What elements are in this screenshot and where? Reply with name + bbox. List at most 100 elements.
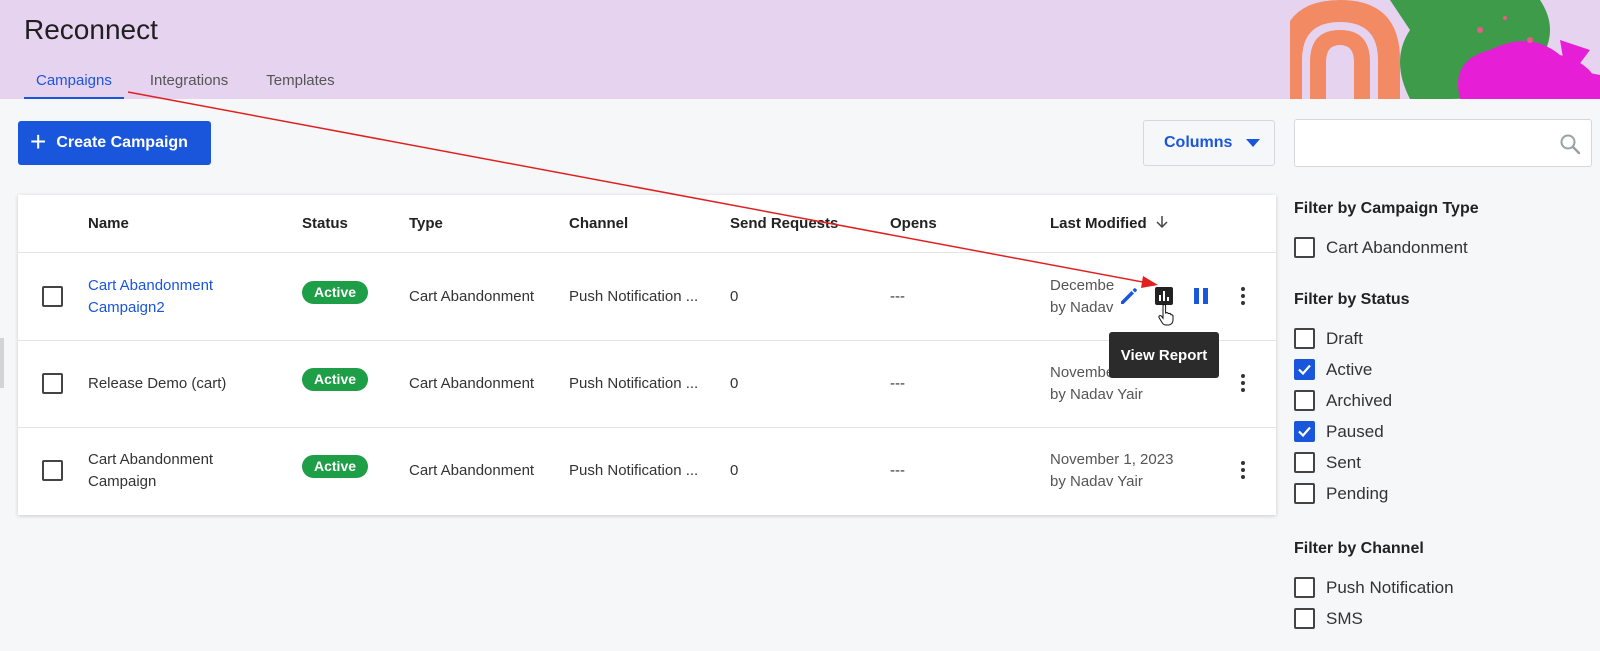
opens-cell: --- — [890, 462, 905, 479]
checkbox[interactable] — [1294, 608, 1315, 629]
plus-icon: + — [30, 125, 47, 157]
filter-status-title: Filter by Status — [1294, 291, 1410, 308]
campaign-name-line: Campaign2 — [88, 299, 165, 316]
filter-option-label: SMS — [1326, 608, 1363, 628]
tab-integrations[interactable]: Integrations — [138, 62, 240, 99]
column-header-channel[interactable]: Channel — [569, 215, 628, 232]
search-input[interactable] — [1295, 120, 1545, 166]
tab-templates[interactable]: Templates — [254, 62, 346, 99]
column-header-status[interactable]: Status — [302, 215, 348, 232]
search-icon[interactable] — [1559, 133, 1581, 155]
last-modified-label: Last Modified — [1050, 215, 1147, 232]
last-modified-cell: November 1, 2023 by Nadav Yair — [1050, 449, 1173, 493]
modified-by: by Nadav Yair — [1050, 473, 1143, 490]
checkbox[interactable] — [1294, 237, 1315, 258]
campaign-name-line: Cart Abandonment — [88, 451, 214, 468]
opens-cell: --- — [890, 375, 905, 392]
search-box — [1294, 119, 1592, 167]
checkbox[interactable] — [1294, 452, 1315, 473]
filter-option-cart-abandonment[interactable]: Cart Abandonment — [1294, 237, 1468, 258]
filter-option-draft[interactable]: Draft — [1294, 328, 1363, 349]
kebab-icon[interactable] — [1240, 461, 1246, 482]
last-modified-cell: Decembe by Nadav — [1050, 275, 1114, 319]
checkbox[interactable] — [1294, 390, 1315, 411]
checkbox-checked[interactable] — [1294, 359, 1315, 380]
hand-cursor-icon — [1158, 304, 1174, 326]
checkmark-icon — [1298, 364, 1311, 376]
filter-option-label: Draft — [1326, 328, 1363, 348]
channel-cell: Push Notification ... — [569, 375, 699, 392]
filter-option-sms[interactable]: SMS — [1294, 608, 1363, 629]
page-header: Reconnect Campaigns Integrations Templat… — [0, 0, 1600, 99]
kebab-icon[interactable] — [1240, 287, 1246, 308]
filter-option-label: Pending — [1326, 483, 1389, 503]
send-requests-cell: 0 — [730, 375, 739, 392]
send-requests-cell: 0 — [730, 288, 739, 305]
status-badge: Active — [302, 368, 369, 391]
campaign-name-link[interactable]: Cart Abandonment Campaign — [88, 449, 213, 493]
pencil-icon[interactable] — [1118, 285, 1140, 307]
table-header: Name Status Type Channel Send Requests O… — [18, 195, 1276, 253]
page-title: Reconnect — [24, 14, 158, 45]
header-decoration — [1290, 0, 1600, 99]
filter-option-active[interactable]: Active — [1294, 359, 1372, 380]
filter-option-label: Paused — [1326, 421, 1384, 441]
send-requests-cell: 0 — [730, 462, 739, 479]
row-checkbox[interactable] — [42, 373, 63, 394]
modified-by: by Nadav — [1050, 299, 1114, 316]
campaign-name-link[interactable]: Release Demo (cart) — [88, 373, 226, 395]
filter-option-label: Push Notification — [1326, 577, 1454, 597]
type-cell: Cart Abandonment — [409, 288, 535, 305]
view-report-tooltip: View Report — [1109, 332, 1219, 378]
checkbox[interactable] — [1294, 577, 1315, 598]
create-campaign-button[interactable]: + Create Campaign — [18, 121, 211, 165]
channel-cell: Push Notification ... — [569, 288, 699, 305]
arrow-down-icon — [1156, 216, 1168, 229]
status-badge: Active — [302, 281, 369, 304]
columns-dropdown-button[interactable]: Columns — [1143, 120, 1275, 166]
column-header-name[interactable]: Name — [88, 215, 129, 232]
modified-by: by Nadav Yair — [1050, 386, 1143, 403]
filter-option-label: Cart Abandonment — [1326, 237, 1468, 257]
checkbox[interactable] — [1294, 483, 1315, 504]
caret-down-icon — [1246, 139, 1261, 147]
columns-label: Columns — [1164, 134, 1233, 151]
channel-cell: Push Notification ... — [569, 462, 699, 479]
checkbox[interactable] — [1294, 328, 1315, 349]
type-cell: Cart Abandonment — [409, 462, 535, 479]
filter-option-paused[interactable]: Paused — [1294, 421, 1384, 442]
checkbox-checked[interactable] — [1294, 421, 1315, 442]
status-badge: Active — [302, 455, 369, 478]
table-row: Cart Abandonment Campaign2 Active Cart A… — [18, 254, 1276, 341]
column-header-last-modified[interactable]: Last Modified — [1050, 215, 1169, 232]
modified-date: November 1, 2023 — [1050, 451, 1174, 468]
column-header-opens[interactable]: Opens — [890, 215, 937, 232]
campaign-name-line: Campaign — [88, 473, 157, 490]
opens-cell: --- — [890, 288, 905, 305]
checkmark-icon — [1298, 426, 1311, 438]
row-checkbox[interactable] — [42, 286, 63, 307]
row-checkbox[interactable] — [42, 460, 63, 481]
filter-option-label: Sent — [1326, 452, 1361, 472]
bar-chart-icon[interactable] — [1154, 286, 1174, 306]
tab-campaigns[interactable]: Campaigns — [24, 62, 124, 99]
table-row: Cart Abandonment Campaign Active Cart Ab… — [18, 428, 1276, 515]
filter-campaign-type-title: Filter by Campaign Type — [1294, 200, 1479, 217]
table-row: Release Demo (cart) Active Cart Abandonm… — [18, 341, 1276, 428]
tab-bar: Campaigns Integrations Templates — [24, 62, 361, 99]
pause-icon[interactable] — [1191, 285, 1211, 307]
campaign-name-link[interactable]: Cart Abandonment Campaign2 — [88, 275, 213, 319]
filter-option-sent[interactable]: Sent — [1294, 452, 1361, 473]
modified-date: Decembe — [1050, 277, 1115, 294]
filter-option-archived[interactable]: Archived — [1294, 390, 1392, 411]
type-cell: Cart Abandonment — [409, 375, 535, 392]
column-header-type[interactable]: Type — [409, 215, 443, 232]
create-campaign-label: Create Campaign — [56, 134, 188, 151]
campaign-name-line: Cart Abandonment — [88, 277, 214, 294]
column-header-send-requests[interactable]: Send Requests — [730, 215, 838, 232]
filter-channel-title: Filter by Channel — [1294, 540, 1424, 557]
filter-option-pending[interactable]: Pending — [1294, 483, 1388, 504]
filter-option-push-notification[interactable]: Push Notification — [1294, 577, 1454, 598]
kebab-icon[interactable] — [1240, 374, 1246, 395]
side-handle — [0, 338, 4, 388]
